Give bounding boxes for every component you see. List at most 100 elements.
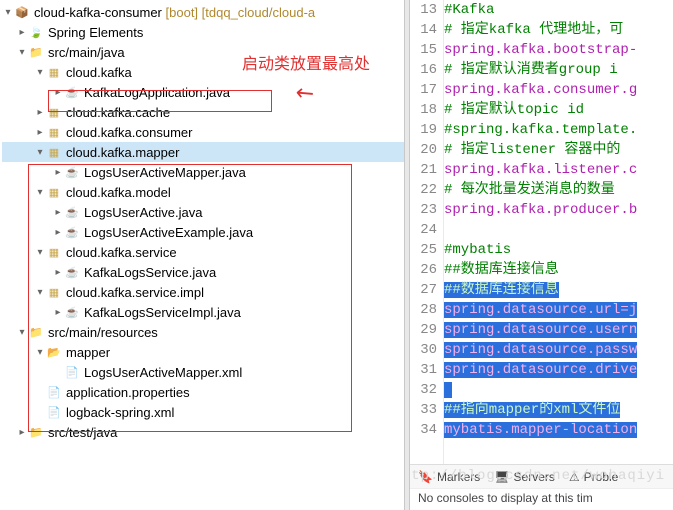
editor-gutter: 1314151617181920212223242526272829303132… [410, 0, 444, 464]
code-line[interactable]: #Kafka [444, 0, 673, 20]
package-icon: ▦ [46, 104, 62, 120]
expand-icon[interactable]: ▾ [34, 287, 46, 298]
markers-icon: 🔖 [418, 470, 433, 484]
expand-icon[interactable]: ▾ [34, 247, 46, 258]
tree-item-logsuseractivemapper-xml[interactable]: 📄 LogsUserActiveMapper.xml [2, 362, 404, 382]
package-icon: ▦ [46, 284, 62, 300]
expand-icon[interactable]: ▾ [16, 47, 28, 58]
tree-item-pkg-cloud-kafka[interactable]: ▾ ▦ cloud.kafka [2, 62, 404, 82]
expand-icon[interactable]: ▸ [52, 87, 64, 98]
package-icon: ▦ [46, 144, 62, 160]
source-folder-icon: 📁 [28, 424, 44, 440]
code-line[interactable]: spring.datasource.usern [444, 320, 673, 340]
code-line[interactable]: spring.datasource.passw [444, 340, 673, 360]
tree-item-pkg-cloud-kafka-cache[interactable]: ▸ ▦ cloud.kafka.cache [2, 102, 404, 122]
package-icon: ▦ [46, 124, 62, 140]
project-root[interactable]: ▾ 📦 cloud-kafka-consumer [boot] [tdqq_cl… [2, 2, 404, 22]
code-line[interactable]: # 指定listener 容器中的 [444, 140, 673, 160]
tree-item-logsuseractive[interactable]: ▸ ☕ LogsUserActive.java [2, 202, 404, 222]
package-icon: ▦ [46, 244, 62, 260]
code-line[interactable]: # 指定默认topic id [444, 100, 673, 120]
code-line[interactable]: spring.kafka.listener.c [444, 160, 673, 180]
code-line[interactable]: # 指定默认消费者group i [444, 60, 673, 80]
problems-icon: ⚠ [569, 470, 580, 484]
tree-item-kafkalogapplication[interactable]: ▸ ☕ KafkaLogApplication.java [2, 82, 404, 102]
expand-icon[interactable]: ▸ [16, 427, 28, 438]
expand-icon[interactable]: ▸ [52, 227, 64, 238]
expand-icon[interactable]: ▾ [34, 347, 46, 358]
expand-icon[interactable]: ▾ [34, 67, 46, 78]
java-file-icon: ☕ [64, 304, 80, 320]
project-label: cloud-kafka-consumer [boot] [tdqq_cloud/… [34, 5, 315, 20]
expand-icon[interactable]: ▸ [52, 307, 64, 318]
tree-item-kafkalogsserviceimpl[interactable]: ▸ ☕ KafkaLogsServiceImpl.java [2, 302, 404, 322]
code-line[interactable]: ##数据库连接信息 [444, 260, 673, 280]
servers-icon: 🖥 [494, 470, 509, 484]
expand-icon[interactable]: ▸ [52, 207, 64, 218]
editor-code[interactable]: #Kafka# 指定kafka 代理地址，可spring.kafka.boots… [444, 0, 673, 464]
expand-icon[interactable]: ▸ [34, 107, 46, 118]
tree-item-pkg-cloud-kafka-model[interactable]: ▾ ▦ cloud.kafka.model [2, 182, 404, 202]
java-file-icon: ☕ [64, 84, 80, 100]
source-folder-icon: 📁 [28, 44, 44, 60]
code-editor[interactable]: 1314151617181920212223242526272829303132… [410, 0, 673, 464]
expand-icon[interactable]: ▾ [2, 7, 14, 18]
code-line[interactable]: spring.kafka.consumer.g [444, 80, 673, 100]
tree-item-pkg-cloud-kafka-service[interactable]: ▾ ▦ cloud.kafka.service [2, 242, 404, 262]
expand-icon[interactable]: ▸ [34, 127, 46, 138]
tree-item-folder-mapper[interactable]: ▾ 📂 mapper [2, 342, 404, 362]
bottom-tabs: 🔖Markers 🖥Servers ⚠Proble [410, 464, 673, 488]
code-line[interactable]: # 指定kafka 代理地址，可 [444, 20, 673, 40]
tree-item-logsuseractivemapper[interactable]: ▸ ☕ LogsUserActiveMapper.java [2, 162, 404, 182]
expand-icon[interactable]: ▾ [34, 187, 46, 198]
java-file-icon: ☕ [64, 164, 80, 180]
spring-icon: 🍃 [28, 24, 44, 40]
tree-item-spring-elements[interactable]: ▸ 🍃 Spring Elements [2, 22, 404, 42]
folder-icon: 📂 [46, 344, 62, 360]
code-line[interactable]: spring.datasource.url=j [444, 300, 673, 320]
tree-item-kafkalogsservice[interactable]: ▸ ☕ KafkaLogsService.java [2, 262, 404, 282]
tree-item-logsuseractiveexample[interactable]: ▸ ☕ LogsUserActiveExample.java [2, 222, 404, 242]
code-line[interactable] [444, 380, 673, 400]
tree-item-logback-spring-xml[interactable]: 📄 logback-spring.xml [2, 402, 404, 422]
java-file-icon: ☕ [64, 264, 80, 280]
code-line[interactable]: mybatis.mapper-location [444, 420, 673, 440]
code-line[interactable]: ##数据库连接信息 [444, 280, 673, 300]
expand-icon[interactable]: ▸ [52, 167, 64, 178]
expand-icon[interactable]: ▾ [34, 147, 46, 158]
code-line[interactable]: spring.datasource.drive [444, 360, 673, 380]
code-line[interactable]: #spring.kafka.template. [444, 120, 673, 140]
tree-item-src-test-java[interactable]: ▸ 📁 src/test/java [2, 422, 404, 442]
source-folder-icon: 📁 [28, 324, 44, 340]
code-line[interactable] [444, 220, 673, 240]
tab-markers[interactable]: 🔖Markers [418, 470, 480, 484]
tree-item-src-main-resources[interactable]: ▾ 📁 src/main/resources [2, 322, 404, 342]
code-line[interactable]: #mybatis [444, 240, 673, 260]
java-file-icon: ☕ [64, 224, 80, 240]
editor-pane: 1314151617181920212223242526272829303132… [410, 0, 673, 510]
tree-item-pkg-cloud-kafka-service-impl[interactable]: ▾ ▦ cloud.kafka.service.impl [2, 282, 404, 302]
tree-item-pkg-cloud-kafka-mapper[interactable]: ▾ ▦ cloud.kafka.mapper [2, 142, 404, 162]
java-file-icon: ☕ [64, 204, 80, 220]
xml-file-icon: 📄 [64, 364, 80, 380]
tab-servers[interactable]: 🖥Servers [494, 470, 555, 484]
code-line[interactable]: # 每次批量发送消息的数量 [444, 180, 673, 200]
tab-problems[interactable]: ⚠Proble [569, 470, 618, 484]
package-icon: ▦ [46, 64, 62, 80]
tree-item-application-properties[interactable]: 📄 application.properties [2, 382, 404, 402]
project-icon: 📦 [14, 4, 30, 20]
tree-item-src-main-java[interactable]: ▾ 📁 src/main/java [2, 42, 404, 62]
properties-file-icon: 📄 [46, 384, 62, 400]
expand-icon[interactable]: ▸ [52, 267, 64, 278]
tree: ▾ 📦 cloud-kafka-consumer [boot] [tdqq_cl… [0, 0, 404, 444]
code-line[interactable]: ##指向mapper的xml文件位 [444, 400, 673, 420]
package-explorer: ▾ 📦 cloud-kafka-consumer [boot] [tdqq_cl… [0, 0, 404, 510]
tree-item-pkg-cloud-kafka-consumer[interactable]: ▸ ▦ cloud.kafka.consumer [2, 122, 404, 142]
package-icon: ▦ [46, 184, 62, 200]
expand-icon[interactable]: ▸ [16, 27, 28, 38]
expand-icon[interactable]: ▾ [16, 327, 28, 338]
xml-file-icon: 📄 [46, 404, 62, 420]
code-line[interactable]: spring.kafka.bootstrap- [444, 40, 673, 60]
console-empty-msg: No consoles to display at this tim [410, 488, 673, 510]
code-line[interactable]: spring.kafka.producer.b [444, 200, 673, 220]
